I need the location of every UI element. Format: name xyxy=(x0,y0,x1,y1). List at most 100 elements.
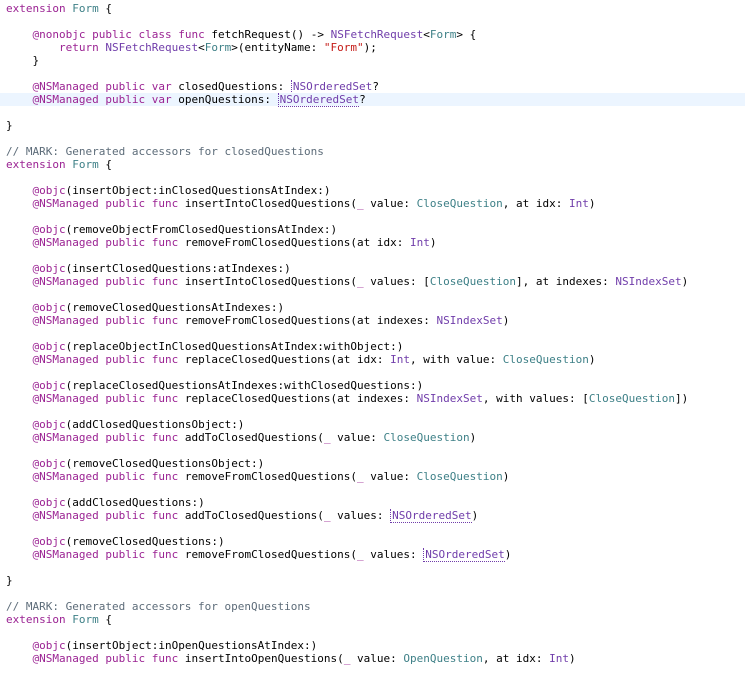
code-text: openQuestions: xyxy=(171,93,278,106)
code-line[interactable]: @objc(removeObjectFromClosedQuestionsAtI… xyxy=(0,223,745,236)
code-keyword: @NSManaged xyxy=(32,392,99,405)
code-keyword: @NSManaged xyxy=(32,197,99,210)
code-line[interactable]: extension Form { xyxy=(0,158,745,171)
code-line[interactable]: @NSManaged public func replaceClosedQues… xyxy=(0,392,745,405)
code-line[interactable]: @objc(removeClosedQuestionsObject:) xyxy=(0,457,745,470)
code-line[interactable]: @NSManaged public func insertIntoOpenQue… xyxy=(0,652,745,665)
code-keyword: public xyxy=(105,470,146,483)
code-line[interactable]: @objc(insertObject:inClosedQuestionsAtIn… xyxy=(0,184,745,197)
code-keyword: public xyxy=(92,28,132,41)
code-line[interactable]: @NSManaged public func removeFromClosedQ… xyxy=(0,236,745,249)
code-line[interactable]: @NSManaged public var closedQuestions: N… xyxy=(0,80,745,94)
code-text: value: xyxy=(350,652,404,665)
code-line[interactable]: @objc(addClosedQuestionsObject:) xyxy=(0,418,745,431)
code-type: NSOrderedSet xyxy=(277,93,360,107)
code-line[interactable]: extension Form { xyxy=(0,613,745,626)
code-text: (insertObject:inOpenQuestionsAtIndex:) xyxy=(65,639,318,652)
code-type: Form xyxy=(72,613,99,626)
code-type: CloseQuestion xyxy=(383,431,470,444)
code-text: (removeClosedQuestionsAtIndexes:) xyxy=(65,301,285,314)
code-line[interactable]: @objc(insertObject:inOpenQuestionsAtInde… xyxy=(0,639,745,652)
code-line[interactable]: // MARK: Generated accessors for openQue… xyxy=(0,600,745,613)
code-line[interactable]: extension Form { xyxy=(0,2,745,15)
code-keyword: _ xyxy=(357,470,364,483)
code-keyword: func xyxy=(151,652,179,665)
code-type: Int xyxy=(390,353,411,366)
code-line[interactable]: @NSManaged public func replaceClosedQues… xyxy=(0,353,745,366)
code-line[interactable]: @objc(removeClosedQuestions:) xyxy=(0,535,745,548)
code-line[interactable]: } xyxy=(0,119,745,132)
code-text: > { xyxy=(456,28,477,41)
code-text: (removeClosedQuestions:) xyxy=(65,535,225,548)
code-line[interactable]: @NSManaged public func insertIntoClosedQ… xyxy=(0,275,745,288)
code-keyword: public xyxy=(105,80,146,93)
code-keyword: @NSManaged xyxy=(32,93,99,106)
code-keyword: @objc xyxy=(32,223,66,236)
code-line[interactable]: @NSManaged public func removeFromClosedQ… xyxy=(0,314,745,327)
code-text: ? xyxy=(372,80,379,93)
code-line[interactable]: @NSManaged public func addToClosedQuesti… xyxy=(0,431,745,444)
code-text: } xyxy=(6,119,13,132)
code-line[interactable]: @objc(replaceClosedQuestionsAtIndexes:wi… xyxy=(0,379,745,392)
code-line[interactable]: @objc(addClosedQuestions:) xyxy=(0,496,745,509)
code-type: Int xyxy=(549,652,570,665)
code-keyword: @NSManaged xyxy=(32,431,99,444)
code-text: removeFromClosedQuestions( xyxy=(178,548,358,561)
code-keyword: var xyxy=(151,93,172,106)
code-line[interactable]: @NSManaged public func insertIntoClosedQ… xyxy=(0,197,745,210)
code-line[interactable]: } xyxy=(0,574,745,587)
code-line[interactable]: @objc(insertClosedQuestions:atIndexes:) xyxy=(0,262,745,275)
code-keyword: @objc xyxy=(32,301,66,314)
code-keyword: _ xyxy=(323,509,331,522)
code-line[interactable]: @objc(replaceObjectInClosedQuestionsAtIn… xyxy=(0,340,745,353)
code-text: , at idx: xyxy=(482,652,550,665)
code-line[interactable]: @NSManaged public func removeFromClosedQ… xyxy=(0,548,745,562)
code-type: Form xyxy=(204,41,232,54)
code-line[interactable]: @NSManaged public func removeFromClosedQ… xyxy=(0,470,745,483)
code-text: values: [ xyxy=(363,275,430,288)
code-keyword: @nonobjc xyxy=(32,28,86,41)
code-keyword: @objc xyxy=(32,639,66,652)
code-line[interactable]: @nonobjc public class func fetchRequest(… xyxy=(0,28,745,41)
code-text: value: xyxy=(330,431,384,444)
code-keyword: @NSManaged xyxy=(32,652,99,665)
code-text: } xyxy=(6,574,13,587)
code-type: NSIndexSet xyxy=(436,314,503,327)
code-text: ? xyxy=(359,93,366,106)
code-text: insertIntoClosedQuestions( xyxy=(178,197,358,210)
code-text: ) xyxy=(504,548,512,561)
code-editor[interactable]: extension Form { @nonobjc public class f… xyxy=(0,0,745,677)
code-text: ], at indexes: xyxy=(516,275,616,288)
code-keyword: func xyxy=(151,275,179,288)
code-line[interactable]: @NSManaged public func addToClosedQuesti… xyxy=(0,509,745,523)
code-line[interactable]: } xyxy=(0,54,745,67)
code-keyword: func xyxy=(151,314,179,327)
code-line-current[interactable]: @NSManaged public var openQuestions: NSO… xyxy=(0,93,745,107)
code-line[interactable]: return NSFetchRequest<Form>(entityName: … xyxy=(0,41,745,54)
code-keyword: return xyxy=(58,41,99,54)
code-keyword: func xyxy=(151,470,179,483)
code-line[interactable]: // MARK: Generated accessors for closedQ… xyxy=(0,145,745,158)
code-text: ) xyxy=(681,275,689,288)
code-text: value: xyxy=(363,470,417,483)
code-keyword: class xyxy=(138,28,172,41)
code-line[interactable]: @objc(removeClosedQuestionsAtIndexes:) xyxy=(0,301,745,314)
code-text: { xyxy=(98,158,112,171)
code-text: (removeObjectFromClosedQuestionsAtIndex:… xyxy=(65,223,338,236)
